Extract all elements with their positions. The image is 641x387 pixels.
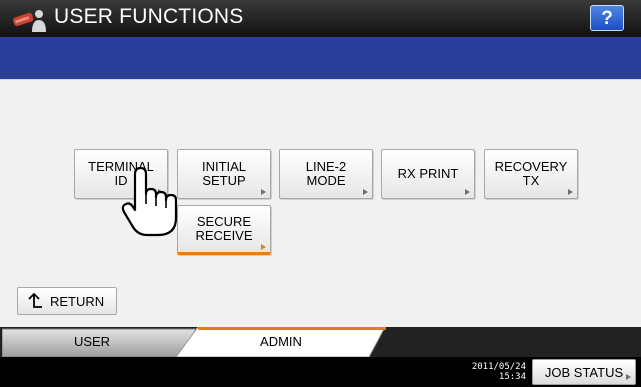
- arrow-right-icon: [626, 374, 631, 380]
- tab-admin-label: ADMIN: [260, 334, 302, 349]
- page-title: USER FUNCTIONS: [54, 5, 244, 28]
- recovery-tx-button[interactable]: RECOVERY TX: [484, 149, 578, 199]
- initial-setup-label: INITIAL SETUP: [201, 159, 247, 188]
- secure-receive-label: SECURE RECEIVE: [195, 214, 253, 243]
- tab-user[interactable]: USER: [2, 327, 198, 357]
- help-button[interactable]: ?: [590, 5, 624, 31]
- toner-cartridge-user-icon: [13, 10, 46, 32]
- date-time-display: 2011/05/24 15:34: [470, 362, 526, 382]
- return-label: RETURN: [50, 293, 105, 309]
- tab-admin[interactable]: ADMIN: [176, 327, 386, 357]
- arrow-right-icon: [465, 189, 470, 195]
- pointing-hand-icon: [121, 166, 178, 237]
- date-text: 2011/05/24: [471, 362, 526, 372]
- initial-setup-button[interactable]: INITIAL SETUP: [177, 149, 271, 199]
- rx-print-button[interactable]: RX PRINT: [381, 149, 475, 199]
- job-status-button[interactable]: JOB STATUS: [532, 359, 636, 385]
- time-text: 15:34: [498, 372, 526, 382]
- status-bar: 2011/05/24 15:34 JOB STATUS: [0, 357, 641, 387]
- message-bar: [0, 37, 641, 79]
- title-bar: USER FUNCTIONS ?: [0, 0, 641, 37]
- arrow-right-icon: [568, 189, 573, 195]
- arrow-right-icon: [261, 244, 266, 250]
- line2-mode-button[interactable]: LINE-2 MODE: [279, 149, 373, 199]
- arrow-right-icon: [261, 189, 266, 195]
- job-status-label: JOB STATUS: [544, 364, 624, 380]
- arrow-right-icon: [363, 189, 368, 195]
- tab-bar: USER ADMIN: [0, 327, 641, 357]
- tab-user-label: USER: [73, 334, 111, 349]
- recovery-tx-label: RECOVERY TX: [494, 159, 568, 188]
- secure-receive-button[interactable]: SECURE RECEIVE: [177, 205, 271, 255]
- return-arrow-icon: [28, 293, 42, 308]
- touch-panel-screen: USER FUNCTIONS ? TERMINAL ID INITIAL SET…: [0, 0, 641, 387]
- return-button[interactable]: RETURN: [17, 287, 117, 315]
- rx-print-label: RX PRINT: [397, 166, 459, 181]
- line2-mode-label: LINE-2 MODE: [305, 159, 347, 188]
